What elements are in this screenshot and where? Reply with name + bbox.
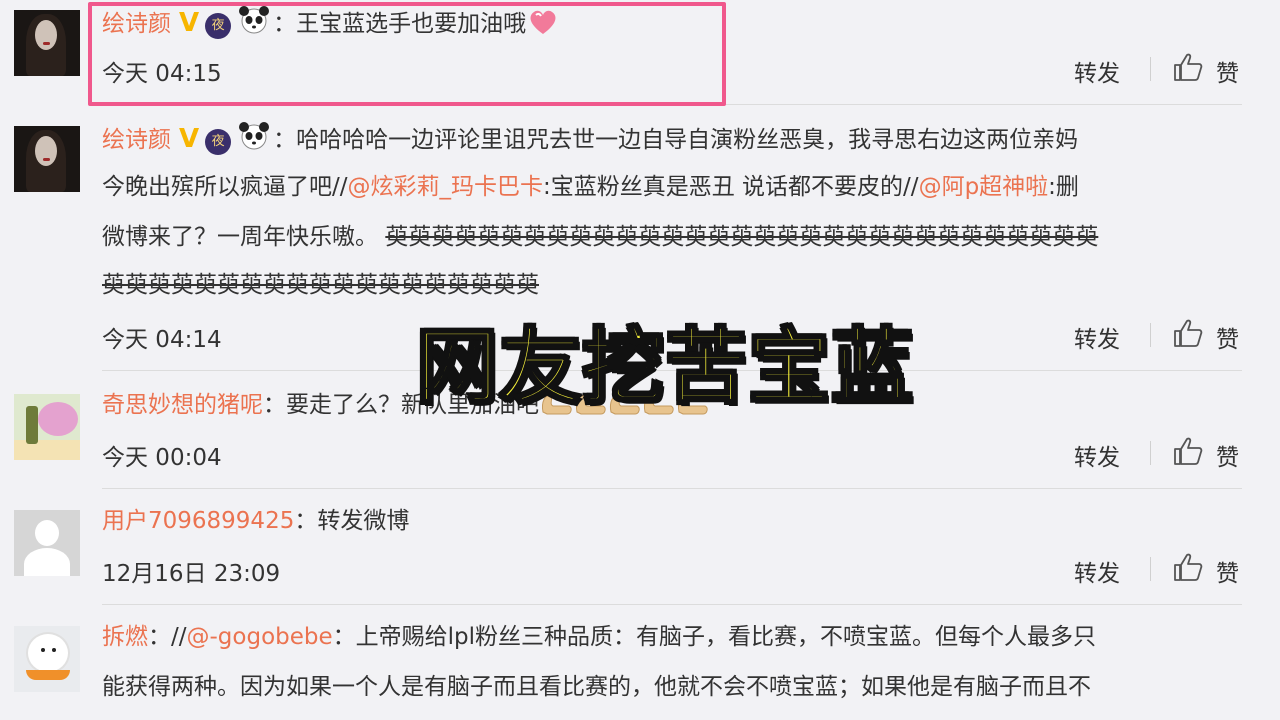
like-button[interactable]: 赞 xyxy=(1216,554,1239,588)
comment-time: 12月16日 23:09 xyxy=(102,561,281,587)
forward-button[interactable]: 转发 xyxy=(1074,554,1120,588)
member-badge-icon: 夜 xyxy=(205,129,232,155)
comment-text: 能获得两种。因为如果一个人是有脑子而且看比赛的，他就不会不喷宝蓝；如果他是有脑子… xyxy=(102,674,1091,700)
like-button[interactable]: 赞 xyxy=(1216,54,1239,88)
comment-text-line: 今晚出殡所以疯逼了吧//@炫彩莉_玛卡巴卡:宝蓝粉丝真是恶丑 说话都不要皮的//… xyxy=(102,172,1079,202)
video-caption-overlay: 网友挖苦宝蓝 xyxy=(414,319,915,417)
action-divider xyxy=(1150,57,1151,81)
comment-content: 拆燃：//@-gogobebe：上帝赐给lpl粉丝三种品质：有脑子，看比赛，不喷… xyxy=(102,622,1096,652)
comment-text-line: 萸萸萸萸萸萸萸萸萸萸萸萸萸萸萸萸萸萸萸 xyxy=(102,270,539,300)
user-avatar[interactable] xyxy=(14,126,80,192)
comment-text: 今晚出殡所以疯逼了吧// xyxy=(102,174,348,200)
verified-badge-icon: V xyxy=(179,124,200,154)
user-avatar[interactable] xyxy=(14,394,80,460)
username-link[interactable]: 奇思妙想的猪呢 xyxy=(102,392,263,418)
strikethrough-text: 萸萸萸萸萸萸萸萸萸萸萸萸萸萸萸萸萸萸萸 xyxy=(102,272,539,298)
comment-text: ：上帝赐给lpl粉丝三种品质：有脑子，看比赛，不喷宝蓝。但每个人最多只 xyxy=(332,624,1097,650)
mention-link[interactable]: @炫彩莉_玛卡巴卡 xyxy=(348,174,544,200)
forward-button[interactable]: 转发 xyxy=(1074,438,1120,472)
comment-text: :删 xyxy=(1048,174,1079,200)
user-avatar[interactable] xyxy=(14,10,80,76)
comment-time: 今天 04:14 xyxy=(102,327,222,353)
comment-time: 今天 00:04 xyxy=(102,445,222,471)
separator: ： xyxy=(294,508,318,534)
username-link[interactable]: 拆燃 xyxy=(102,624,148,650)
comment-text-line: 微博来了？一周年快乐嗷。 萸萸萸萸萸萸萸萸萸萸萸萸萸萸萸萸萸萸萸萸萸萸萸萸萸萸萸… xyxy=(102,222,1098,252)
strikethrough-text: 萸萸萸萸萸萸萸萸萸萸萸萸萸萸萸萸萸萸萸萸萸萸萸萸萸萸萸萸萸萸萸 xyxy=(385,224,1099,250)
comment-text-line: 能获得两种。因为如果一个人是有脑子而且看比赛的，他就不会不喷宝蓝；如果他是有脑子… xyxy=(102,672,1091,702)
comment-text: 微博来了？一周年快乐嗷。 xyxy=(102,224,386,250)
forward-button[interactable]: 转发 xyxy=(1074,54,1120,88)
username-link[interactable]: 用户7096899425 xyxy=(102,508,294,534)
action-divider xyxy=(1150,441,1151,465)
comment-text: 哈哈哈哈一边评论里诅咒去世一边自导自演粉丝恶臭，我寻思右边这两位亲妈 xyxy=(296,127,1079,153)
comment-divider xyxy=(102,604,1242,605)
like-button[interactable]: 赞 xyxy=(1216,438,1239,472)
separator: ： xyxy=(273,127,297,153)
action-divider xyxy=(1150,323,1151,347)
like-button[interactable]: 赞 xyxy=(1216,320,1239,354)
user-avatar[interactable] xyxy=(14,510,80,576)
thumbs-up-icon[interactable] xyxy=(1172,318,1204,348)
thumbs-up-icon[interactable] xyxy=(1172,436,1204,466)
comment-text: 转发微博 xyxy=(317,508,410,534)
mention-link[interactable]: @-gogobebe xyxy=(187,624,333,650)
user-avatar[interactable] xyxy=(14,626,80,692)
comment-divider xyxy=(102,488,1242,489)
highlight-frame xyxy=(88,2,726,106)
username-link[interactable]: 绘诗颜 xyxy=(102,127,171,153)
forward-button[interactable]: 转发 xyxy=(1074,320,1120,354)
separator: ： xyxy=(263,392,286,418)
thumbs-up-icon[interactable] xyxy=(1172,52,1204,82)
separator: ：// xyxy=(148,624,187,650)
mention-link[interactable]: @阿p超神啦 xyxy=(919,174,1049,200)
comment-text: :宝蓝粉丝真是恶丑 说话都不要皮的// xyxy=(543,174,919,200)
thumbs-up-icon[interactable] xyxy=(1172,552,1204,582)
comment-content: 用户7096899425：转发微博 xyxy=(102,506,409,536)
panda-icon xyxy=(239,122,270,150)
comment-content: 绘诗颜 V 夜 ：哈哈哈哈一边评论里诅咒去世一边自导自演粉丝恶臭，我寻思右边这两位亲妈 xyxy=(102,122,1078,155)
action-divider xyxy=(1150,557,1151,581)
